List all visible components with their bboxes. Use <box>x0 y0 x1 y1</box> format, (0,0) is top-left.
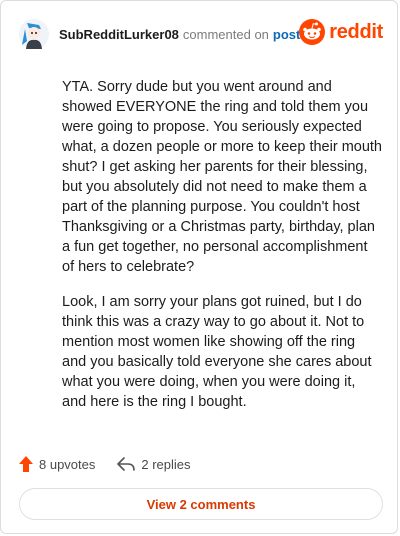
reddit-wordmark: reddit <box>329 20 383 43</box>
view-comments-button[interactable]: View 2 comments <box>19 488 383 520</box>
upvote-arrow-icon <box>19 456 33 472</box>
comment-card: SubRedditLurker08 commented on post redd… <box>0 0 398 534</box>
commented-on-label: commented on <box>182 26 269 42</box>
reddit-snoo-icon <box>299 19 326 45</box>
comment-paragraph: Look, I am sorry your plans got ruined, … <box>62 294 372 410</box>
reply-count: 2 replies <box>141 456 191 472</box>
upvote-button[interactable]: 8 upvotes <box>19 456 95 472</box>
avatar-icon[interactable] <box>19 19 49 49</box>
comment-actions: 8 upvotes 2 replies <box>19 453 213 475</box>
comment-body: YTA. Sorry dude but you went around and … <box>62 77 382 427</box>
comment-header: SubRedditLurker08 commented on post redd… <box>19 17 383 51</box>
comment-meta: SubRedditLurker08 commented on post <box>59 27 300 42</box>
comment-paragraph: YTA. Sorry dude but you went around and … <box>62 79 382 275</box>
reddit-logo[interactable]: reddit <box>299 19 383 45</box>
replies-button[interactable]: 2 replies <box>117 456 191 472</box>
reply-arrow-icon <box>117 457 136 471</box>
upvote-count: 8 upvotes <box>39 456 96 472</box>
username-link[interactable]: SubRedditLurker08 <box>59 27 179 42</box>
post-link[interactable]: post <box>273 27 300 42</box>
